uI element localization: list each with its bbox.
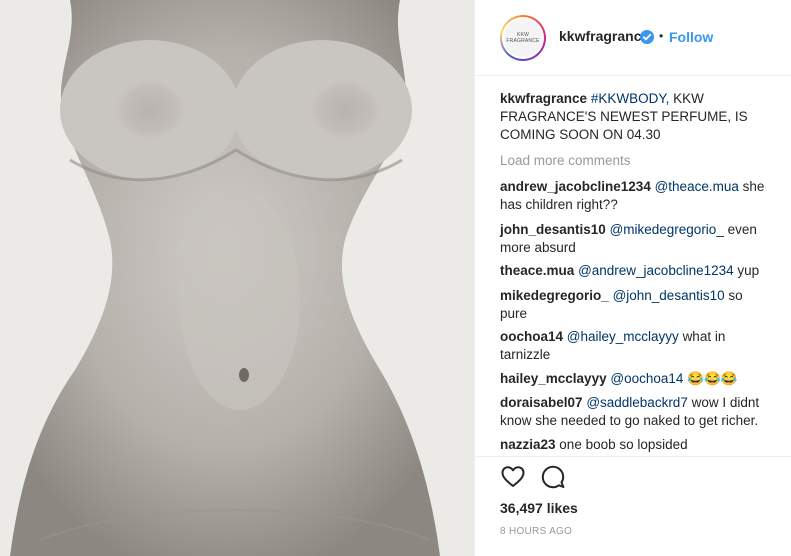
comment-username[interactable]: mikedegregorio_ — [500, 288, 609, 303]
comment-item: john_desantis10 @mikedegregorio_ even mo… — [500, 221, 772, 257]
avatar[interactable]: KKW FRAGRANCE — [500, 15, 546, 61]
caption-username[interactable]: kkwfragrance — [500, 91, 587, 106]
comment-mention[interactable]: @john_desantis10 — [613, 288, 725, 303]
comment-item: theace.mua @andrew_jacobcline1234 yup — [500, 262, 772, 280]
comment-item: andrew_jacobcline1234 @theace.mua she ha… — [500, 178, 772, 214]
comment-mention[interactable]: @theace.mua — [655, 179, 739, 194]
author-username[interactable]: kkwfragrance — [559, 28, 649, 44]
comment-item: oochoa14 @hailey_mcclayyy what in tarniz… — [500, 328, 772, 364]
heart-icon[interactable] — [500, 464, 526, 490]
post-sidebar: KKW FRAGRANCE kkwfragrance • Follow kkwf… — [474, 0, 791, 556]
comment-text: she — [742, 179, 765, 194]
caption-hashtag[interactable]: #KKWBODY, — [591, 91, 670, 106]
comment-item: doraisabel07 @saddlebackrd7 wow I didnt … — [500, 394, 772, 430]
comment-item: nazzia23 one boob so lopsided — [500, 436, 772, 454]
post-photo[interactable] — [0, 0, 474, 556]
comment-text-line2: has children right?? — [500, 197, 618, 212]
comment-text-line2: pure — [500, 306, 528, 321]
post-header: KKW FRAGRANCE kkwfragrance • Follow — [475, 0, 791, 76]
comment-text: yup — [737, 263, 760, 278]
comment-text-line2: more absurd — [500, 240, 576, 255]
comment-mention[interactable]: @hailey_mcclayyy — [567, 329, 679, 344]
comment-text: one boob so lopsided — [559, 437, 688, 452]
comment-text: even — [727, 222, 757, 237]
separator-dot: • — [659, 29, 664, 43]
avatar-logo: KKW FRAGRANCE — [504, 19, 542, 57]
comment-username[interactable]: theace.mua — [500, 263, 574, 278]
post-image — [0, 0, 474, 556]
caption-text: KKW — [673, 91, 704, 106]
load-more-comments-button[interactable]: Load more comments — [500, 152, 631, 170]
comment-username[interactable]: oochoa14 — [500, 329, 563, 344]
comment-text: wow I didnt — [691, 395, 760, 410]
avatar-frame: KKW FRAGRANCE — [502, 17, 544, 59]
comment-mention[interactable]: @oochoa14 — [610, 371, 683, 386]
comment-mention[interactable]: @andrew_jacobcline1234 — [578, 263, 734, 278]
comment-text-line2: know she needed to go naked to get riche… — [500, 413, 759, 428]
comment-item: mikedegregorio_ @john_desantis10 so pure — [500, 287, 772, 323]
comment-username[interactable]: doraisabel07 — [500, 395, 583, 410]
comment-mention[interactable]: @saddlebackrd7 — [586, 395, 688, 410]
caption-text-line3: COMING SOON ON 04.30 — [500, 127, 661, 142]
follow-button[interactable]: Follow — [669, 29, 713, 45]
comment-text: 😂😂😂 — [687, 371, 738, 386]
caption: kkwfragrance #KKWBODY, KKW FRAGRANCE'S N… — [500, 90, 772, 144]
comment-username[interactable]: nazzia23 — [500, 437, 556, 452]
comment-username[interactable]: john_desantis10 — [500, 222, 606, 237]
comment-text: so — [728, 288, 743, 303]
actions-divider — [475, 456, 791, 457]
comment-item: hailey_mcclayyy @oochoa14 😂😂😂 — [500, 370, 772, 388]
verified-badge-icon — [640, 30, 654, 44]
comment-mention[interactable]: @mikedegregorio_ — [610, 222, 724, 237]
post-timestamp[interactable]: 8 HOURS AGO — [500, 526, 572, 537]
comment-icon[interactable] — [540, 464, 566, 490]
comment-username[interactable]: hailey_mcclayyy — [500, 371, 607, 386]
comment-username[interactable]: andrew_jacobcline1234 — [500, 179, 651, 194]
comment-text: what in — [682, 329, 726, 344]
likes-count[interactable]: 36,497 likes — [500, 500, 578, 516]
comment-text-line2: tarnizzle — [500, 347, 551, 362]
caption-text-line2: FRAGRANCE'S NEWEST PERFUME, IS — [500, 109, 748, 124]
